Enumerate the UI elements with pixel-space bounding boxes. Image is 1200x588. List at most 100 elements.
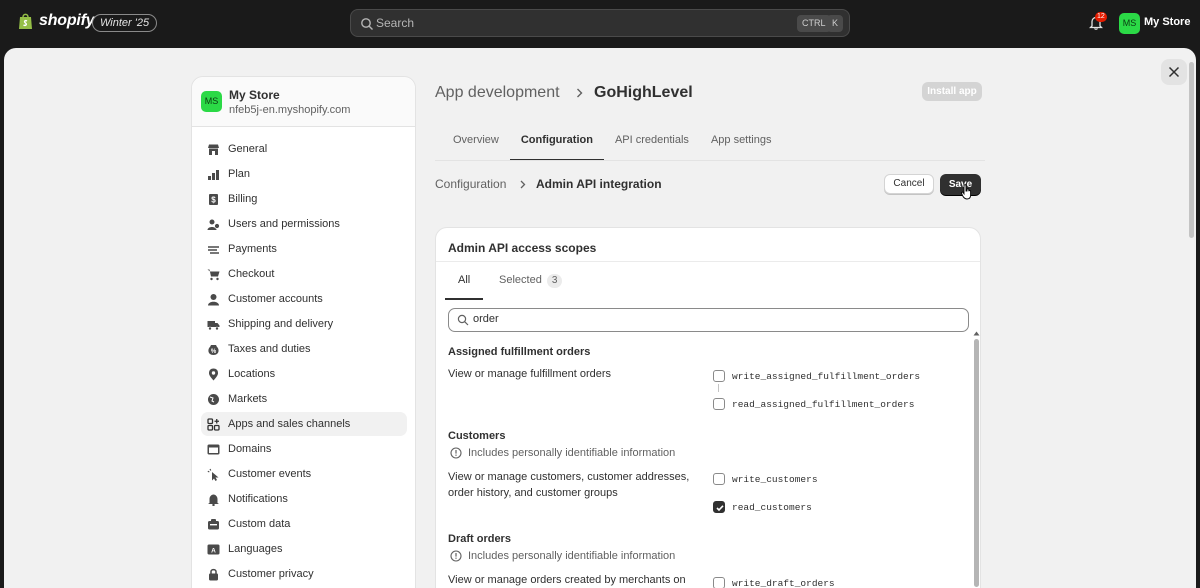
- breadcrumb-app-development[interactable]: App development: [435, 84, 560, 102]
- sidebar-item-languages[interactable]: A Languages: [201, 537, 407, 561]
- sidebar-item-domains[interactable]: Domains: [201, 437, 407, 461]
- apps-icon: [207, 417, 220, 431]
- cancel-button[interactable]: Cancel: [884, 174, 934, 194]
- sidebar-item-shipping[interactable]: Shipping and delivery: [201, 312, 407, 336]
- scope-write-customers[interactable]: write_customers: [713, 473, 818, 485]
- checkbox-checked[interactable]: [713, 501, 725, 513]
- sidebar-item-customer-events[interactable]: Customer events: [201, 462, 407, 486]
- search-icon: [361, 18, 373, 30]
- checkbox[interactable]: [713, 577, 725, 588]
- scope-filter-input[interactable]: order: [448, 308, 969, 332]
- filter-value: order: [473, 313, 499, 325]
- search-bar[interactable]: Search CTRL K: [350, 9, 850, 37]
- tab-app-settings[interactable]: App settings: [700, 124, 783, 161]
- bell-icon: [208, 494, 219, 506]
- tab-overview[interactable]: Overview: [442, 124, 510, 161]
- sidebar-item-label: Customer privacy: [228, 568, 314, 580]
- pii-notice: Includes personally identifiable informa…: [450, 447, 675, 459]
- selected-count-badge: 3: [546, 274, 563, 288]
- plan-icon: [208, 169, 219, 180]
- cursor-click-icon: [207, 468, 219, 481]
- svg-text:$: $: [211, 195, 216, 204]
- scroll-up-arrow-icon[interactable]: [973, 331, 980, 336]
- shortcut-ctrl-key: CTRL: [797, 15, 831, 32]
- settings-nav: General Plan $ Billing Users and permiss…: [201, 137, 407, 587]
- scope-read-assigned-fulfillment-orders[interactable]: read_assigned_fulfillment_orders: [713, 398, 914, 410]
- sidebar-item-users[interactable]: Users and permissions: [201, 212, 407, 236]
- scope-write-draft-orders[interactable]: write_draft_orders: [713, 577, 835, 588]
- chevron-right-icon: [520, 180, 526, 189]
- info-icon: [450, 447, 462, 459]
- group-title: Draft orders: [448, 533, 511, 545]
- tab-selected[interactable]: Selected 3: [499, 274, 563, 288]
- sidebar-item-customer-accounts[interactable]: Customer accounts: [201, 287, 407, 311]
- scope-label: read_customers: [732, 501, 812, 513]
- sidebar-item-label: Locations: [228, 368, 276, 380]
- sidebar-item-customer-privacy[interactable]: Customer privacy: [201, 562, 407, 586]
- tab-all[interactable]: All: [458, 274, 470, 286]
- search-input[interactable]: Search: [376, 16, 414, 30]
- sidebar-item-plan[interactable]: Plan: [201, 162, 407, 186]
- sidebar-item-notifications[interactable]: Notifications: [201, 487, 407, 511]
- sidebar-item-custom-data[interactable]: Custom data: [201, 512, 407, 536]
- page-scrollbar[interactable]: [1189, 62, 1194, 238]
- breadcrumb-configuration[interactable]: Configuration: [435, 177, 506, 191]
- group-description: View or manage fulfillment orders: [448, 368, 612, 380]
- svg-text:%: %: [211, 349, 217, 355]
- checkbox[interactable]: [713, 398, 725, 410]
- chevron-right-icon: [577, 88, 583, 98]
- group-title: Assigned fulfillment orders: [448, 346, 591, 358]
- tab-configuration[interactable]: Configuration: [509, 124, 605, 161]
- tab-selected-label: Selected: [499, 274, 542, 286]
- tab-api-credentials[interactable]: API credentials: [604, 124, 700, 161]
- notification-count-badge: 12: [1095, 12, 1107, 22]
- pii-text: Includes personally identifiable informa…: [468, 447, 676, 459]
- sidebar-item-apps[interactable]: Apps and sales channels: [201, 412, 407, 436]
- sidebar-item-checkout[interactable]: Checkout: [201, 262, 407, 286]
- install-app-button[interactable]: Install app: [922, 82, 982, 101]
- page-title: GoHighLevel: [594, 84, 693, 101]
- sidebar-item-general[interactable]: General: [201, 137, 407, 161]
- close-button[interactable]: [1161, 59, 1187, 85]
- truck-icon: [207, 320, 220, 330]
- scope-read-customers[interactable]: read_customers: [713, 501, 812, 513]
- scope-label: write_customers: [732, 473, 818, 485]
- sidebar-item-label: Users and permissions: [228, 218, 340, 230]
- globe-icon: [208, 393, 219, 405]
- sidebar-item-billing[interactable]: $ Billing: [201, 187, 407, 211]
- scope-write-assigned-fulfillment-orders[interactable]: write_assigned_fulfillment_orders: [713, 370, 920, 382]
- edition-badge[interactable]: Winter '25: [92, 14, 158, 32]
- scopes-scrollbar[interactable]: [974, 339, 979, 587]
- settings-sidebar: MS My Store nfeb5j-en.myshopify.com Gene…: [191, 76, 416, 588]
- sidebar-item-locations[interactable]: Locations: [201, 362, 407, 386]
- sidebar-item-label: Markets: [228, 393, 268, 405]
- access-scopes-card: Admin API access scopes All Selected 3 or…: [435, 227, 981, 588]
- shopify-logo[interactable]: shopify: [18, 12, 95, 30]
- sidebar-item-label: Notifications: [228, 493, 288, 505]
- section-title: Admin API integration: [536, 177, 662, 191]
- sidebar-item-label: Shipping and delivery: [228, 318, 334, 330]
- sidebar-item-payments[interactable]: Payments: [201, 237, 407, 261]
- checkmark-icon: [716, 505, 724, 512]
- person-icon: [208, 293, 219, 305]
- checkbox[interactable]: [713, 473, 725, 485]
- store-header[interactable]: MS My Store nfeb5j-en.myshopify.com: [192, 77, 415, 127]
- store-icon: [208, 144, 219, 155]
- group-description: View or manage orders created by merchan…: [448, 574, 686, 586]
- scope-connector: [718, 384, 719, 392]
- mouse-pointer-icon: [961, 184, 972, 200]
- pii-text: Includes personally identifiable informa…: [468, 550, 676, 562]
- store-menu[interactable]: My Store: [1144, 16, 1190, 28]
- tabs-divider: [435, 160, 985, 161]
- sidebar-item-taxes[interactable]: % Taxes and duties: [201, 337, 407, 361]
- checkbox[interactable]: [713, 370, 725, 382]
- sidebar-store-domain: nfeb5j-en.myshopify.com: [229, 104, 351, 116]
- domain-icon: [207, 444, 220, 454]
- shopify-bag-icon: [19, 13, 32, 29]
- sidebar-item-markets[interactable]: Markets: [201, 387, 407, 411]
- top-bar: shopify Winter '25 Search CTRL K 12 MS M…: [0, 0, 1200, 46]
- sidebar-item-label: Customer events: [228, 468, 312, 480]
- active-tab-indicator: [445, 298, 483, 300]
- sidebar-item-label: Customer accounts: [228, 293, 323, 305]
- store-avatar[interactable]: MS: [1119, 13, 1140, 34]
